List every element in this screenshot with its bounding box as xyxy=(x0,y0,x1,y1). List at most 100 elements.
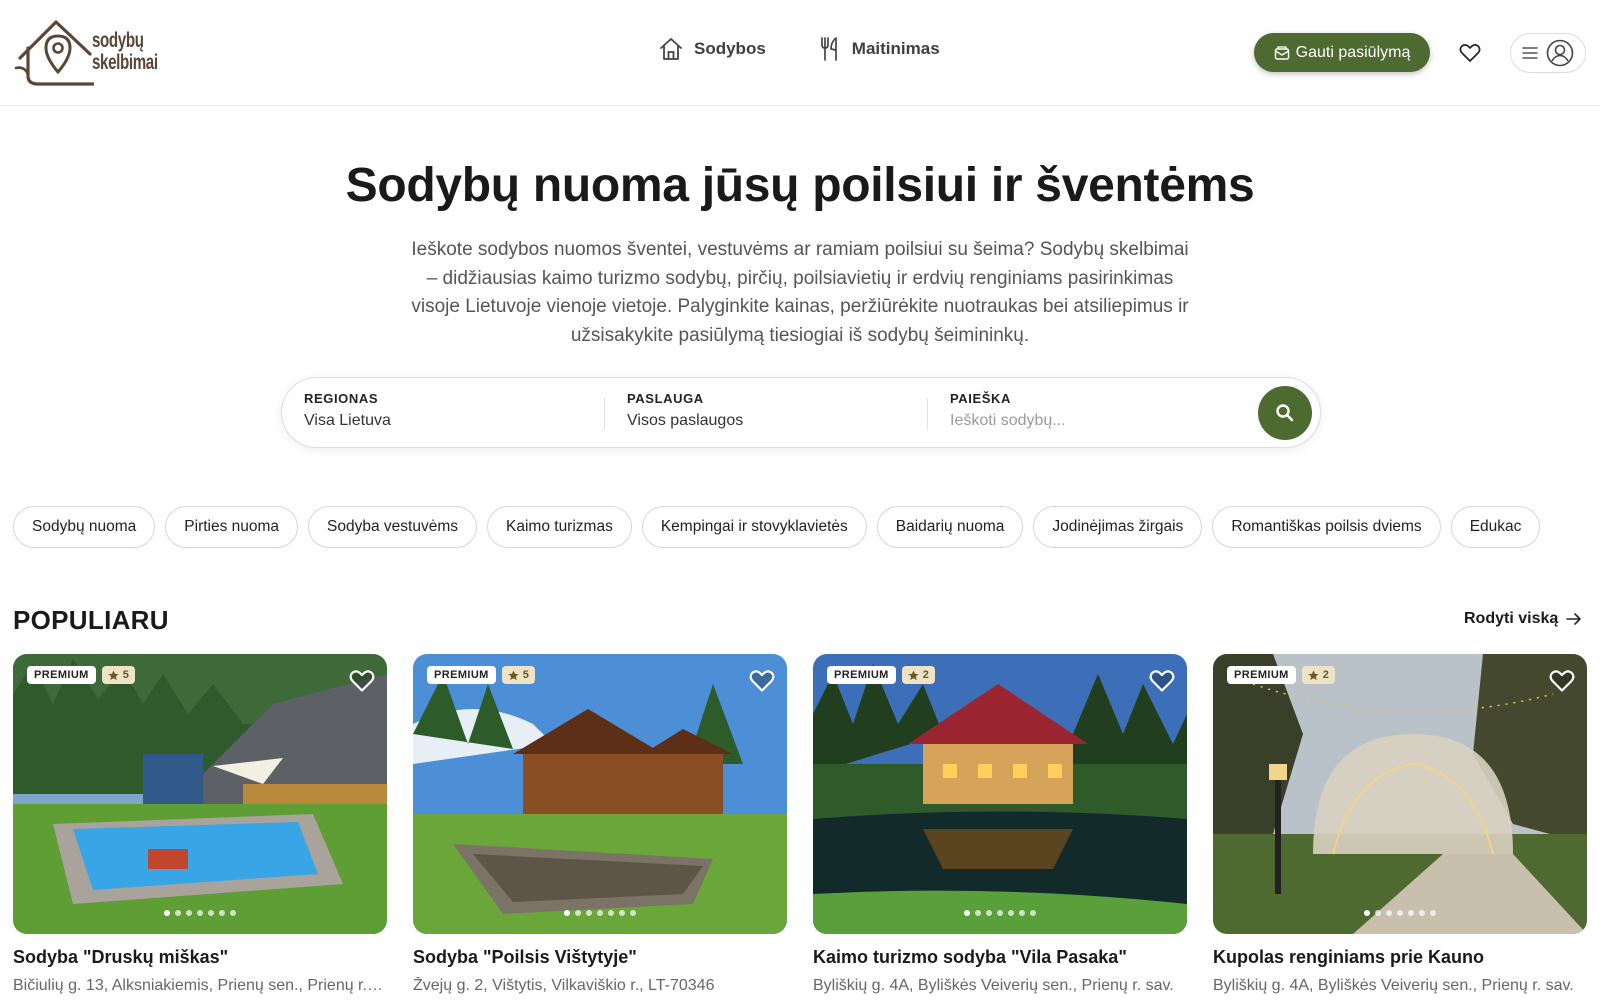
show-all-link[interactable]: Rodyti viską xyxy=(1464,610,1582,628)
service-select[interactable]: PASLAUGA Visos paslaugos xyxy=(627,391,743,430)
section-title-popular: POPULIARU xyxy=(13,605,169,635)
listing-title[interactable]: Kupolas renginiams prie Kauno xyxy=(1213,947,1587,968)
favorite-toggle[interactable] xyxy=(1547,666,1577,696)
star-icon xyxy=(108,669,119,680)
listing-address: Byliškių g. 4A, Byliškės Veiverių sen., … xyxy=(1213,977,1574,994)
photo-pagination xyxy=(13,910,387,916)
chip-kaimo-turizmas[interactable]: Kaimo turizmas xyxy=(487,506,632,548)
nav-label: Sodybos xyxy=(694,39,766,58)
pagination-dot[interactable] xyxy=(1419,910,1425,916)
listing-card[interactable]: PREMIUM 5 Sodyba "Poilsis Vištytyje" Žve… xyxy=(413,654,787,1000)
listing-photo[interactable]: PREMIUM 5 xyxy=(413,654,787,934)
pagination-dot[interactable] xyxy=(1364,910,1370,916)
nav-item-sodybos[interactable]: Sodybos xyxy=(658,36,766,62)
pagination-dot[interactable] xyxy=(197,910,203,916)
search-divider xyxy=(927,398,928,430)
pagination-dot[interactable] xyxy=(1375,910,1381,916)
favorite-toggle[interactable] xyxy=(347,666,377,696)
pagination-dot[interactable] xyxy=(1430,910,1436,916)
heart-icon xyxy=(349,670,375,692)
chip-pirties-nuoma[interactable]: Pirties nuoma xyxy=(165,506,299,548)
listing-photo[interactable]: PREMIUM 5 xyxy=(13,654,387,934)
category-chips: Sodybų nuoma Pirties nuoma Sodyba vestuv… xyxy=(13,506,1587,550)
pagination-dot[interactable] xyxy=(619,910,625,916)
star-icon xyxy=(1308,669,1319,680)
listing-photo[interactable]: PREMIUM 2 xyxy=(813,654,1187,934)
listing-title[interactable]: Sodyba "Druskų miškas" xyxy=(13,947,387,968)
pagination-dot[interactable] xyxy=(964,910,970,916)
chip-kempingai[interactable]: Kempingai ir stovyklavietės xyxy=(641,506,867,548)
pagination-dot[interactable] xyxy=(597,910,603,916)
envelope-icon xyxy=(1274,45,1289,60)
utensils-icon xyxy=(820,37,837,61)
pagination-dot[interactable] xyxy=(230,910,236,916)
chip-jodinejimas[interactable]: Jodinėjimas žirgais xyxy=(1033,506,1203,548)
pagination-dot[interactable] xyxy=(586,910,592,916)
listing-card[interactable]: PREMIUM 5 Sodyba "Druskų miškas" Bičiuli… xyxy=(13,654,387,1000)
pagination-dot[interactable] xyxy=(975,910,981,916)
site-header: sodybų skelbimai Sodybos Maitinimas Gaut… xyxy=(0,0,1600,106)
pagination-dot[interactable] xyxy=(1030,910,1036,916)
hamburger-icon xyxy=(1522,47,1538,59)
rating-badge: 5 xyxy=(501,666,535,684)
chip-sodyba-vestuvems[interactable]: Sodyba vestuvėms xyxy=(308,506,478,548)
user-menu-button[interactable] xyxy=(1510,33,1586,73)
listing-title[interactable]: Sodyba "Poilsis Vištytyje" xyxy=(413,947,787,968)
listing-address: Byliškių g. 4A, Byliškės Veiverių sen., … xyxy=(813,977,1174,994)
heart-icon xyxy=(1459,44,1481,62)
listing-photo[interactable]: PREMIUM 2 xyxy=(1213,654,1587,934)
search-button[interactable] xyxy=(1258,386,1312,440)
pagination-dot[interactable] xyxy=(630,910,636,916)
pagination-dot[interactable] xyxy=(608,910,614,916)
listing-card[interactable]: PREMIUM 2 Kupolas renginiams prie Kauno … xyxy=(1213,654,1587,1000)
get-offer-button[interactable]: Gauti pasiūlymą xyxy=(1254,33,1430,72)
pagination-dot[interactable] xyxy=(1386,910,1392,916)
listing-title[interactable]: Kaimo turizmo sodyba "Vila Pasaka" xyxy=(813,947,1187,968)
pagination-dot[interactable] xyxy=(219,910,225,916)
chip-romantiskas-poilsis[interactable]: Romantiškas poilsis dviems xyxy=(1212,506,1441,548)
listing-badges: PREMIUM 2 xyxy=(1227,666,1335,684)
house-icon xyxy=(660,38,682,60)
chip-sodybu-nuoma[interactable]: Sodybų nuoma xyxy=(13,506,156,548)
nav-label: Maitinimas xyxy=(851,39,940,58)
pagination-dot[interactable] xyxy=(575,910,581,916)
premium-badge: PREMIUM xyxy=(827,666,896,684)
pagination-dot[interactable] xyxy=(1008,910,1014,916)
favorites-button[interactable] xyxy=(1455,38,1485,68)
pagination-dot[interactable] xyxy=(1019,910,1025,916)
pagination-dot[interactable] xyxy=(1408,910,1414,916)
site-logo[interactable]: sodybų skelbimai xyxy=(14,18,158,88)
photo-pagination xyxy=(813,910,1187,916)
rating-badge: 2 xyxy=(1301,666,1335,684)
main-nav: Sodybos Maitinimas xyxy=(658,36,940,62)
pagination-dot[interactable] xyxy=(175,910,181,916)
search-input[interactable] xyxy=(950,412,1220,430)
nav-item-maitinimas[interactable]: Maitinimas xyxy=(818,36,940,62)
rating-value: 2 xyxy=(922,669,929,681)
rating-badge: 2 xyxy=(901,666,935,684)
pagination-dot[interactable] xyxy=(997,910,1003,916)
chip-baidariu-nuoma[interactable]: Baidarių nuoma xyxy=(876,506,1024,548)
pagination-dot[interactable] xyxy=(1397,910,1403,916)
heart-icon xyxy=(749,670,775,692)
favorite-toggle[interactable] xyxy=(1147,666,1177,696)
favorite-toggle[interactable] xyxy=(747,666,777,696)
pagination-dot[interactable] xyxy=(986,910,992,916)
pagination-dot[interactable] xyxy=(208,910,214,916)
listing-address: Bičiulių g. 13, Alksniakiemis, Prienų se… xyxy=(13,977,387,994)
logo-line-1: sodybų xyxy=(92,29,144,52)
region-value: Visa Lietuva xyxy=(304,412,391,429)
logo-pin-icon xyxy=(14,20,94,86)
premium-badge: PREMIUM xyxy=(27,666,96,684)
arrow-right-icon xyxy=(1566,613,1582,625)
listing-badges: PREMIUM 5 xyxy=(27,666,135,684)
pagination-dot[interactable] xyxy=(564,910,570,916)
hero-description: Ieškote sodybos nuomos šventei, vestuvėm… xyxy=(411,239,1189,346)
premium-badge: PREMIUM xyxy=(427,666,496,684)
listing-card[interactable]: PREMIUM 2 Kaimo turizmo sodyba "Vila Pas… xyxy=(813,654,1187,1000)
pagination-dot[interactable] xyxy=(186,910,192,916)
pagination-dot[interactable] xyxy=(164,910,170,916)
region-select[interactable]: REGIONAS Visa Lietuva xyxy=(304,391,391,430)
chip-edukacijos[interactable]: Edukac xyxy=(1450,506,1541,548)
listing-badges: PREMIUM 5 xyxy=(427,666,535,684)
